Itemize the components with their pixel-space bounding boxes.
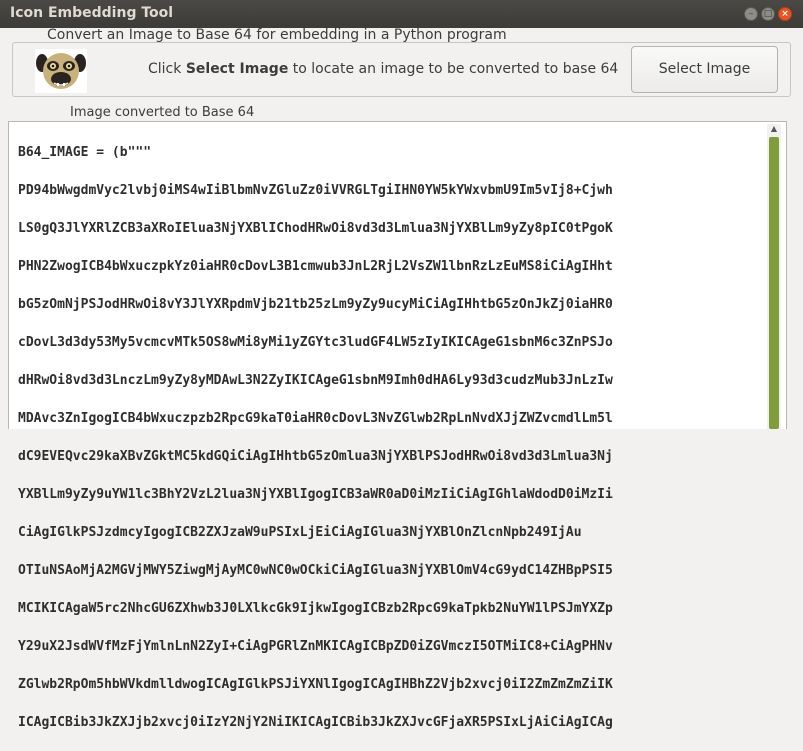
app-subtitle: Convert an Image to Base 64 for embeddin… bbox=[47, 27, 507, 43]
code-line: ZGlwb2RpOm5hbWVkdmlldwogICAgIGlkPSJiYXNl… bbox=[18, 677, 613, 692]
minimize-window-icon[interactable]: – bbox=[744, 7, 758, 21]
prompt-text-bold: Select Image bbox=[185, 61, 289, 77]
select-image-instructions: Click Select Image to locate an image to… bbox=[148, 61, 618, 77]
code-line: LS0gQ3JlYXRlZCB3aXRoIElua3NjYXBlIChodHRw… bbox=[18, 221, 613, 236]
code-line: dC9EVEQvc29kaXBvZGktMC5kdGQiCiAgIHhtbG5z… bbox=[18, 449, 613, 464]
scrollbar-thumb[interactable] bbox=[769, 137, 779, 429]
code-line: cDovL3d3dy53My5vcmcvMTk5OS8wMi8yMi1yZGYt… bbox=[18, 335, 613, 350]
select-image-button[interactable]: Select Image bbox=[631, 46, 778, 93]
base64-output-text[interactable]: B64_IMAGE = (b""" PD94bWwgdmVyc2lvbj0iMS… bbox=[18, 124, 758, 751]
code-line: MDAvc3ZnIgogICB4bWxuczpzb2RpcG9kaT0iaHR0… bbox=[18, 411, 613, 426]
code-line: YXBlLm9yZy9uYW1lc3BhY2VzL2lua3NjYXBlIgog… bbox=[18, 487, 613, 502]
code-line: PHN2ZwogICB4bWxuczpkYz0iaHR0cDovL3B1cmwu… bbox=[18, 259, 613, 274]
code-line: OTIuNSAoMjA2MGVjMWY5ZiwgMjAyMC0wNC0wOCki… bbox=[18, 563, 613, 578]
scroll-up-arrow-icon[interactable]: ▲ bbox=[768, 123, 780, 135]
code-line: CiAgIGlkPSJzdmcyIgogICB2ZXJzaW9uPSIxLjEi… bbox=[18, 525, 582, 540]
code-line: B64_IMAGE = (b""" bbox=[18, 145, 152, 160]
code-line: Y29uX2JsdWVfMzFjYmlnLnN2ZyI+CiAgPGRlZnMK… bbox=[18, 639, 613, 654]
code-line: MCIKICAgaW5rc2NhcGU6ZXhwb3J0LXlkcGk9Ijkw… bbox=[18, 601, 613, 616]
code-line: dHRwOi8vd3d3LnczLm9yZy8yMDAwL3N2ZyIKICAg… bbox=[18, 373, 613, 388]
code-line: ICAgICBib3JkZXJjb2xvcj0iIzY2NjY2NiIKICAg… bbox=[18, 715, 613, 730]
maximize-window-icon[interactable]: □ bbox=[761, 7, 775, 21]
code-line: PD94bWwgdmVyc2lvbj0iMS4wIiBlbmNvZGluZz0i… bbox=[18, 183, 613, 198]
prompt-text-end: to locate an image to be converted to ba… bbox=[288, 61, 619, 77]
prompt-text-start: Click bbox=[148, 61, 186, 77]
code-line: bG5zOmNjPSJodHRwOi8vY3JlYXRpdmVjb21tb25z… bbox=[18, 297, 613, 312]
window-title: Icon Embedding Tool bbox=[10, 5, 174, 21]
close-window-icon[interactable]: × bbox=[778, 7, 792, 21]
pug-dog-face-icon bbox=[35, 49, 87, 93]
window-titlebar[interactable]: Icon Embedding Tool – □ × bbox=[0, 0, 803, 28]
converted-output-label: Image converted to Base 64 bbox=[70, 105, 255, 120]
